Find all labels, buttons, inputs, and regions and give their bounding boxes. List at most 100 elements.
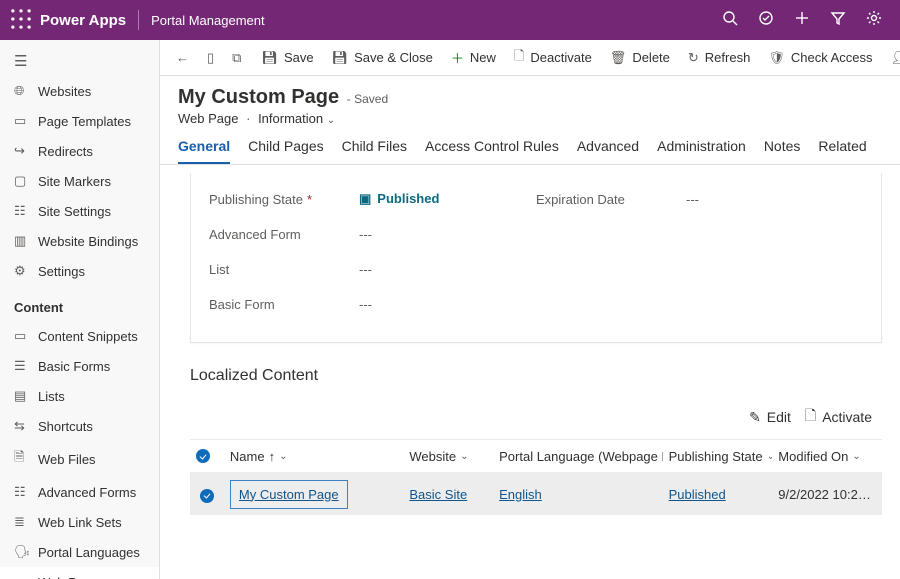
tab-child-files[interactable]: Child Files — [342, 138, 407, 164]
back-button[interactable]: ← — [168, 46, 197, 69]
expiration-date-value[interactable]: --- — [686, 192, 699, 207]
list-value[interactable]: --- — [359, 262, 372, 277]
chevron-down-icon[interactable]: ⌄ — [327, 115, 335, 126]
hamburger-icon[interactable]: ☰ — [0, 46, 159, 76]
form-tabs: General Child Pages Child Files Access C… — [160, 126, 900, 165]
col-website[interactable]: Website ⌄ — [403, 449, 493, 464]
assign-button[interactable]: 👤︎Assign — [883, 46, 900, 70]
tab-acr[interactable]: Access Control Rules — [425, 138, 559, 164]
gear-icon: ⚙ — [14, 263, 28, 279]
localized-content-title: Localized Content — [190, 367, 882, 385]
cmd-label: Refresh — [705, 50, 751, 65]
open-record-set-button[interactable]: ▯ — [199, 46, 222, 70]
main-content: ← ▯ ⧉ 💾︎Save 💾︎Save & Close ＋ New 🗋Deacti… — [160, 40, 900, 579]
advform-icon: ☷ — [14, 484, 28, 500]
filter-icon[interactable] — [820, 10, 856, 30]
sidebar-item-site-settings[interactable]: ☷Site Settings — [0, 196, 159, 226]
back-icon: ← — [176, 50, 189, 65]
save-button[interactable]: 💾︎Save — [253, 46, 321, 70]
tab-related[interactable]: Related — [818, 138, 866, 164]
publishing-state-value[interactable]: ▣Published — [359, 191, 439, 207]
tab-administration[interactable]: Administration — [657, 138, 746, 164]
row-select[interactable] — [190, 485, 224, 503]
select-all[interactable] — [190, 449, 224, 463]
tab-advanced[interactable]: Advanced — [577, 138, 639, 164]
sidebar-item-label: Web Files — [38, 452, 96, 467]
sidebar-item-label: Web Link Sets — [38, 515, 122, 530]
grid-actions: ✎Edit 🗋Activate — [190, 401, 882, 439]
command-bar: ← ▯ ⧉ 💾︎Save 💾︎Save & Close ＋ New 🗋Deacti… — [160, 40, 900, 76]
sort-asc-icon: ↑ — [269, 449, 276, 464]
refresh-button[interactable]: ↻Refresh — [680, 46, 758, 70]
sidebar-item-web-pages[interactable]: ▭Web Pages — [0, 567, 159, 579]
activate-button[interactable]: 🗋Activate — [805, 405, 872, 429]
settings-list-icon: ☷ — [14, 203, 28, 219]
sidebar-item-redirects[interactable]: ↪Redirects — [0, 136, 159, 166]
row-language-link[interactable]: English — [499, 487, 542, 502]
sidebar-item-label: Page Templates — [38, 114, 131, 129]
new-button[interactable]: ＋ New — [443, 44, 504, 71]
col-name[interactable]: Name ↑ ⌄ — [224, 449, 403, 464]
advanced-form-value[interactable]: --- — [359, 227, 372, 242]
popout-button[interactable]: ⧉ — [224, 46, 249, 70]
expiration-date-label: Expiration Date — [536, 192, 686, 207]
sidebar-item-portal-languages[interactable]: 🗣Portal Languages — [0, 537, 159, 567]
sidebar-item-page-templates[interactable]: ▭Page Templates — [0, 106, 159, 136]
table-row[interactable]: My Custom Page Basic Site English Publis… — [190, 473, 882, 515]
cmd-label: Check Access — [791, 50, 873, 65]
check-access-button[interactable]: 🛡 Check Access — [760, 46, 880, 70]
sidebar-item-web-link-sets[interactable]: ≣ Web Link Sets — [0, 507, 159, 537]
sidebar-item-basic-forms[interactable]: ☰Basic Forms — [0, 351, 159, 381]
sidebar-item-content-snippets[interactable]: ▭Content Snippets — [0, 321, 159, 351]
delete-button[interactable]: 🗑Delete — [602, 46, 678, 70]
col-language[interactable]: Portal Language (Webpage Lan… ⌄ — [493, 449, 662, 464]
cmd-label: New — [470, 50, 496, 65]
row-pubstate-link[interactable]: Published — [669, 487, 726, 502]
app-launcher-icon[interactable] — [8, 6, 34, 35]
linkset-icon: ≣ — [14, 514, 28, 530]
search-icon[interactable] — [712, 10, 748, 30]
snippet-icon: ▭ — [14, 328, 28, 344]
published-icon: ▣ — [359, 191, 371, 207]
row-website-link[interactable]: Basic Site — [409, 487, 467, 502]
record-header: My Custom Page - Saved Web Page · Inform… — [160, 76, 900, 126]
chevron-down-icon: ⌄ — [460, 451, 468, 462]
task-icon[interactable] — [748, 10, 784, 30]
col-modified-on[interactable]: Modified On ⌄ — [772, 449, 882, 464]
list-icon: ▤ — [14, 388, 28, 404]
add-icon[interactable] — [784, 10, 820, 30]
cmd-label: Save & Close — [354, 50, 433, 65]
save-close-button[interactable]: 💾︎Save & Close — [324, 46, 441, 70]
sidebar-item-settings[interactable]: ⚙ Settings — [0, 256, 159, 286]
sidebar-group-content: Content — [0, 286, 159, 321]
row-name-link[interactable]: My Custom Page — [230, 480, 348, 509]
sidebar-item-advanced-forms[interactable]: ☷Advanced Forms — [0, 477, 159, 507]
plus-icon: ＋ — [451, 48, 464, 67]
save-status: - Saved — [347, 92, 388, 106]
advanced-form-label: Advanced Form — [209, 227, 359, 242]
shield-icon: 🛡 — [768, 50, 785, 66]
localized-grid: Name ↑ ⌄ Website ⌄ Portal Language (Webp… — [190, 439, 882, 515]
col-publishing-state[interactable]: Publishing State ⌄ — [663, 449, 773, 464]
binding-icon: ▥ — [14, 233, 28, 249]
sidebar-item-website-bindings[interactable]: ▥Website Bindings — [0, 226, 159, 256]
tab-child-pages[interactable]: Child Pages — [248, 138, 324, 164]
settings-icon[interactable] — [856, 10, 892, 30]
form-selector[interactable]: Information — [258, 111, 323, 126]
sidebar-item-label: Settings — [38, 264, 85, 279]
page-title: My Custom Page — [178, 86, 339, 108]
sidebar-item-shortcuts[interactable]: ⇆Shortcuts — [0, 411, 159, 441]
product-name: Power Apps — [40, 12, 126, 29]
sidebar-item-site-markers[interactable]: ▢Site Markers — [0, 166, 159, 196]
sidebar-item-label: Basic Forms — [38, 359, 110, 374]
basic-form-value[interactable]: --- — [359, 297, 372, 312]
tab-general[interactable]: General — [178, 138, 230, 164]
tab-notes[interactable]: Notes — [764, 138, 801, 164]
sidebar-item-web-files[interactable]: 🗎Web Files — [0, 441, 159, 477]
publishing-state-label: Publishing State* — [209, 192, 359, 207]
check-icon — [200, 489, 214, 503]
edit-button[interactable]: ✎Edit — [749, 405, 791, 429]
sidebar-item-websites[interactable]: 🌐︎Websites — [0, 76, 159, 106]
sidebar-item-lists[interactable]: ▤Lists — [0, 381, 159, 411]
deactivate-button[interactable]: 🗋Deactivate — [506, 43, 600, 73]
